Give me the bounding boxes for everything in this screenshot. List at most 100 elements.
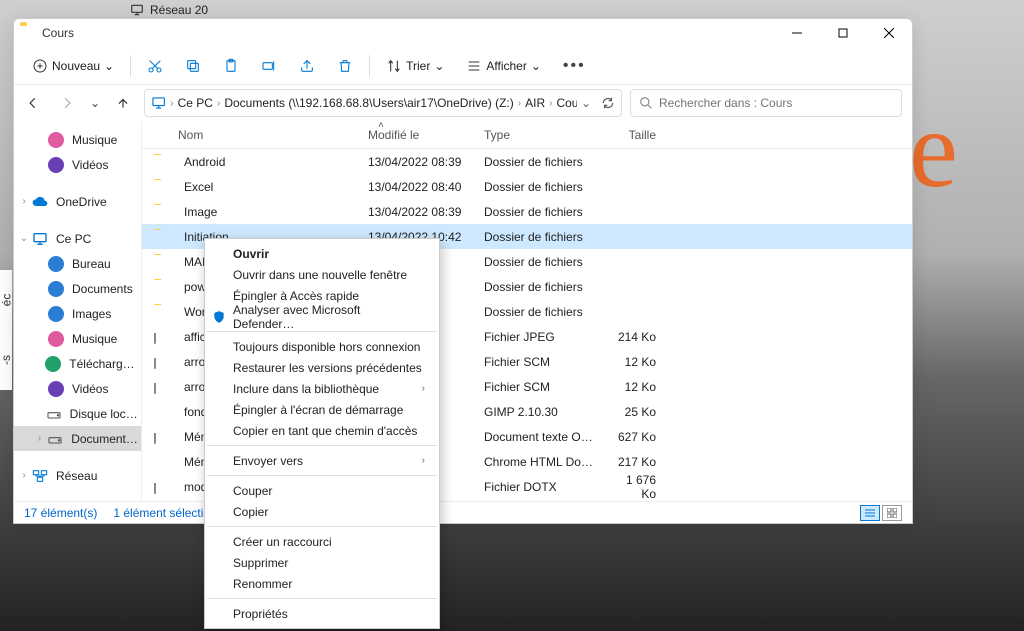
menu-item[interactable]: Propriétés [205, 603, 439, 624]
share-button[interactable] [293, 54, 321, 78]
up-button[interactable] [110, 90, 136, 116]
sidebar-item[interactable]: ›Vidéos [14, 376, 141, 401]
sidebar-item[interactable]: ›Vidéos [14, 152, 141, 177]
chevron-right-icon[interactable]: › [217, 98, 220, 109]
menu-item[interactable]: Copier en tant que chemin d'accès [205, 420, 439, 441]
file-icon [154, 229, 170, 245]
view-button[interactable]: Afficher ⌄ [460, 54, 547, 78]
file-type: Dossier de fichiers [472, 280, 596, 294]
sidebar-item[interactable]: › Réseau [14, 463, 141, 488]
sidebar-item[interactable]: ›Images [14, 301, 141, 326]
menu-item[interactable]: Renommer [205, 573, 439, 594]
sidebar-item[interactable]: ›Téléchargements [14, 351, 141, 376]
view-button-label: Afficher [486, 59, 526, 73]
breadcrumb[interactable]: Documents (\\192.168.68.8\Users\air17\On… [224, 96, 513, 110]
details-view-button[interactable] [860, 505, 880, 521]
file-type: Dossier de fichiers [472, 155, 596, 169]
breadcrumb[interactable]: Cours [556, 96, 576, 110]
sidebar-item[interactable]: ›Bureau [14, 251, 141, 276]
search-box[interactable] [630, 89, 902, 117]
file-icon [154, 154, 170, 170]
table-row[interactable]: Excel13/04/2022 08:40Dossier de fichiers [142, 174, 912, 199]
back-button[interactable] [20, 90, 46, 116]
sidebar-item[interactable]: ⌄Ce PC [14, 226, 141, 251]
menu-item-label: Analyser avec Microsoft Defender… [233, 303, 425, 331]
sidebar-item[interactable]: ›OneDrive [14, 189, 141, 214]
separator [207, 598, 437, 599]
col-size[interactable]: Taille [596, 128, 666, 142]
minimize-button[interactable] [774, 19, 820, 47]
col-type[interactable]: Type [472, 128, 596, 142]
sidebar[interactable]: ›Musique›Vidéos›OneDrive⌄Ce PC›Bureau›Do… [14, 121, 142, 501]
menu-item[interactable]: Copier [205, 501, 439, 522]
sidebar-item-label: Bureau [72, 257, 111, 271]
forward-button[interactable] [54, 90, 80, 116]
menu-item[interactable]: Envoyer vers› [205, 450, 439, 471]
col-name[interactable]: Nom [142, 128, 356, 142]
delete-button[interactable] [331, 54, 359, 78]
paste-button[interactable] [217, 54, 245, 78]
col-modified[interactable]: Modifié le [356, 128, 472, 142]
file-type: Dossier de fichiers [472, 255, 596, 269]
sidebar-item-label: Réseau [56, 469, 97, 483]
menu-item[interactable]: Épingler à l'écran de démarrage [205, 399, 439, 420]
menu-item[interactable]: Ouvrir dans une nouvelle fenêtre [205, 264, 439, 285]
menu-item[interactable]: Inclure dans la bibliothèque› [205, 378, 439, 399]
menu-item[interactable]: Supprimer [205, 552, 439, 573]
menu-item[interactable]: Restaurer les versions précédentes [205, 357, 439, 378]
sidebar-item[interactable]: ›Musique [14, 127, 141, 152]
cut-button[interactable] [141, 54, 169, 78]
separator [207, 526, 437, 527]
sidebar-item-label: Musique [72, 133, 117, 147]
col-modified-label: Modifié le [368, 128, 419, 142]
breadcrumb[interactable]: AIR [525, 96, 545, 110]
chevron-right-icon[interactable]: › [549, 98, 552, 109]
maximize-button[interactable] [820, 19, 866, 47]
column-headers[interactable]: Nom ˄ Modifié le Type Taille [142, 121, 912, 149]
caret-icon[interactable]: › [18, 470, 30, 481]
background-window-tab[interactable]: Réseau 20 [130, 0, 208, 20]
title-bar[interactable]: Cours [14, 19, 912, 47]
breadcrumb[interactable]: Ce PC [178, 96, 213, 110]
file-size: 12 Ko [596, 380, 666, 394]
copy-button[interactable] [179, 54, 207, 78]
sidebar-item-label: Vidéos [72, 158, 108, 172]
table-row[interactable]: Android13/04/2022 08:39Dossier de fichie… [142, 149, 912, 174]
chevron-right-icon[interactable]: › [518, 98, 521, 109]
file-modified: 13/04/2022 08:39 [356, 205, 472, 219]
menu-item[interactable]: Toujours disponible hors connexion [205, 336, 439, 357]
address-bar[interactable]: › Ce PC › Documents (\\192.168.68.8\Users\… [144, 89, 622, 117]
recent-button[interactable]: ⌄ [88, 90, 102, 116]
more-button[interactable]: ••• [557, 53, 592, 79]
sidebar-item[interactable]: ›Disque local (C:) [14, 401, 141, 426]
caret-icon[interactable]: ⌄ [18, 233, 30, 244]
menu-item-label: Restaurer les versions précédentes [233, 361, 422, 375]
menu-item[interactable]: Ouvrir [205, 243, 439, 264]
table-row[interactable]: Image13/04/2022 08:39Dossier de fichiers [142, 199, 912, 224]
icons-view-button[interactable] [882, 505, 902, 521]
arrow-right-icon [60, 96, 74, 110]
sort-button-label: Trier [406, 59, 430, 73]
caret-icon[interactable]: › [34, 433, 45, 444]
caret-icon[interactable]: › [18, 196, 30, 207]
sidebar-item[interactable]: ›Musique [14, 326, 141, 351]
file-name: Excel [184, 180, 213, 194]
context-menu[interactable]: OuvrirOuvrir dans une nouvelle fenêtre Ép… [204, 238, 440, 629]
menu-item[interactable]: Analyser avec Microsoft Defender… [205, 306, 439, 327]
new-button[interactable]: Nouveau ⌄ [26, 54, 120, 78]
separator [207, 475, 437, 476]
file-icon [154, 429, 170, 445]
sort-button[interactable]: Trier ⌄ [380, 54, 450, 78]
sidebar-item[interactable]: ›Documents [14, 276, 141, 301]
rename-button[interactable] [255, 54, 283, 78]
sidebar-item-label: Musique [72, 332, 117, 346]
file-icon [154, 354, 170, 370]
menu-item[interactable]: Créer un raccourci [205, 531, 439, 552]
menu-item[interactable]: Couper [205, 480, 439, 501]
sidebar-item[interactable]: ›Documents (\\ [14, 426, 141, 451]
chevron-down-icon[interactable]: ⌄ [581, 96, 591, 110]
search-input[interactable] [659, 96, 893, 110]
file-modified: 13/04/2022 08:40 [356, 180, 472, 194]
close-button[interactable] [866, 19, 912, 47]
refresh-icon[interactable] [601, 96, 615, 110]
